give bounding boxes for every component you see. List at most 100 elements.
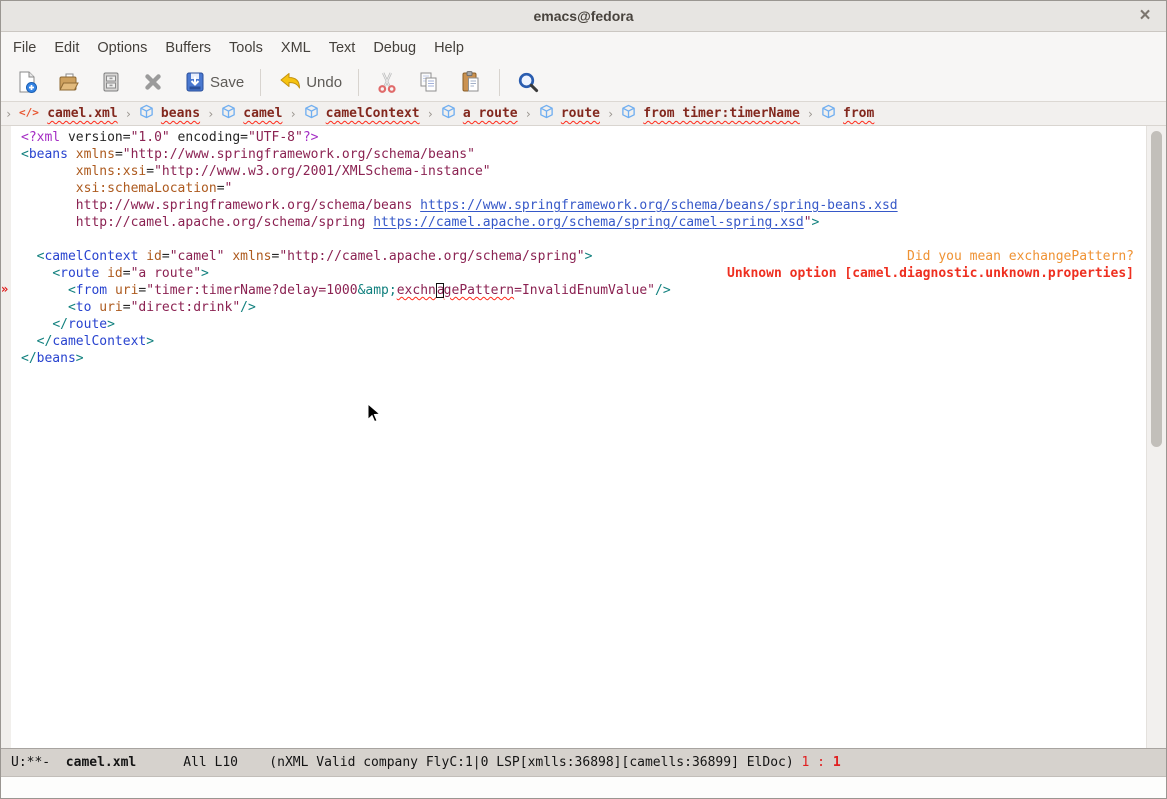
paste-icon: [459, 70, 483, 94]
code-token-plain: [107, 282, 115, 299]
breadcrumb-separator: ›: [427, 107, 434, 121]
menu-item-help[interactable]: Help: [425, 35, 473, 61]
code-line-14: </beans>: [21, 350, 1146, 367]
code-line-12: </route>: [21, 316, 1146, 333]
code-line-8: <camelContext id="camel" xmlns="http://c…: [21, 248, 1146, 265]
search-button[interactable]: [507, 67, 549, 97]
code-token-delim: </: [37, 333, 53, 350]
code-token-attr: xmlns:xsi: [76, 163, 146, 180]
code-token-elem: beans: [37, 350, 76, 367]
code-token-elem: to: [76, 299, 92, 316]
code-line-4: xsi:schemaLocation=": [21, 180, 1146, 197]
code-token-string-error: exchn: [397, 282, 436, 299]
scrollbar[interactable]: [1146, 126, 1166, 748]
menu-item-tools[interactable]: Tools: [220, 35, 272, 61]
code-token-delim: />: [655, 282, 671, 299]
toolbar-separator: [499, 69, 500, 96]
breadcrumb-item-a-route[interactable]: a route: [441, 104, 518, 123]
code-token-string: ": [225, 180, 233, 197]
cube-icon: [304, 104, 319, 123]
breadcrumb-item-route[interactable]: route: [539, 104, 600, 123]
code-line-2: <beans xmlns="http://www.springframework…: [21, 146, 1146, 163]
undo-icon: [277, 70, 303, 94]
code-line-13: </camelContext>: [21, 333, 1146, 350]
breadcrumb-item-camelcontext[interactable]: camelContext: [304, 104, 420, 123]
code-token-plain: version=: [60, 129, 130, 146]
schema-link[interactable]: https://camel.apache.org/schema/spring/c…: [373, 214, 803, 231]
code-line-6: http://camel.apache.org/schema/spring ht…: [21, 214, 1146, 231]
save-button[interactable]: Save: [174, 67, 253, 97]
menu-item-file[interactable]: File: [4, 35, 45, 61]
modeline-segment: camel.xml: [66, 755, 136, 770]
file-cabinet-button[interactable]: [90, 67, 132, 97]
paste-button[interactable]: [450, 67, 492, 97]
new-file-button[interactable]: [6, 67, 48, 97]
menu-item-buffers[interactable]: Buffers: [156, 35, 220, 61]
code-token-string: "http://www.springframework.org/schema/b…: [123, 146, 475, 163]
editor-buffer[interactable]: » <?xml version="1.0" encoding="UTF-8"?>…: [1, 126, 1166, 748]
code-token-string: "a route": [131, 265, 201, 282]
code-token-attr: xmlns: [76, 146, 115, 163]
code-token-plain: [21, 214, 76, 231]
echo-area: [1, 777, 1166, 798]
breadcrumb-item-camel[interactable]: camel: [221, 104, 282, 123]
save-icon: [183, 70, 207, 94]
close-buffer-button[interactable]: [132, 67, 174, 97]
code-token-attr: uri: [99, 299, 122, 316]
menu-bar: FileEditOptionsBuffersToolsXMLTextDebugH…: [1, 32, 1166, 63]
copy-button[interactable]: [408, 67, 450, 97]
code-token-delim: <: [37, 248, 45, 265]
breadcrumb: ›</>camel.xml›beans›camel›camelContext›a…: [1, 102, 1166, 126]
code-token-string: ": [804, 214, 812, 231]
code-token-string: "UTF-8": [248, 129, 303, 146]
left-fringe: »: [1, 126, 11, 748]
code-token-plain: [21, 333, 37, 350]
code-line-11: <to uri="direct:drink"/>: [21, 299, 1146, 316]
breadcrumb-leading-separator: ›: [5, 107, 12, 121]
breadcrumb-item-camel-xml[interactable]: </>camel.xml: [19, 105, 117, 123]
breadcrumb-separator: ›: [125, 107, 132, 121]
breadcrumb-item-from[interactable]: from: [821, 104, 874, 123]
toolbar-button-label: Save: [210, 74, 244, 91]
menu-item-text[interactable]: Text: [320, 35, 365, 61]
code-token-delim: </: [52, 316, 68, 333]
search-icon: [516, 70, 540, 94]
code-token-string-error: gePattern: [444, 282, 514, 299]
breadcrumb-separator: ›: [525, 107, 532, 121]
menu-item-debug[interactable]: Debug: [364, 35, 425, 61]
code-area[interactable]: <?xml version="1.0" encoding="UTF-8"?><b…: [11, 126, 1146, 748]
open-file-button[interactable]: [48, 67, 90, 97]
code-token-plain: [21, 265, 52, 282]
file-cabinet-icon: [99, 70, 123, 94]
code-token-delim: >: [201, 265, 209, 282]
code-token-delim: >: [812, 214, 820, 231]
close-buffer-icon: [141, 70, 165, 94]
code-token-elem: from: [76, 282, 107, 299]
undo-button[interactable]: Undo: [268, 67, 351, 97]
breadcrumb-item-from-timer-timername[interactable]: from timer:timerName: [621, 104, 800, 123]
breadcrumb-item-label: a route: [463, 106, 518, 121]
cube-icon: [221, 104, 236, 123]
modeline-segment: 1: [833, 755, 841, 770]
menu-item-xml[interactable]: XML: [272, 35, 320, 61]
scrollbar-thumb[interactable]: [1151, 131, 1162, 447]
code-token-attr: xsi:schemaLocation: [76, 180, 217, 197]
code-token-plain: encoding=: [170, 129, 248, 146]
cube-icon: [621, 104, 636, 123]
menu-item-options[interactable]: Options: [88, 35, 156, 61]
code-token-plain: =: [138, 282, 146, 299]
menu-item-edit[interactable]: Edit: [45, 35, 88, 61]
cut-button[interactable]: [366, 67, 408, 97]
code-token-plain: =: [217, 180, 225, 197]
code-token-string: http://www.springframework.org/schema/be…: [76, 197, 420, 214]
new-file-icon: [15, 70, 39, 94]
window-close-icon[interactable]: ×: [1134, 5, 1156, 27]
breadcrumb-item-beans[interactable]: beans: [139, 104, 200, 123]
schema-link[interactable]: https://www.springframework.org/schema/b…: [420, 197, 897, 214]
code-token-entity: &amp;: [358, 282, 397, 299]
code-token-delim: <: [21, 146, 29, 163]
code-token-plain: [21, 299, 68, 316]
toolbar-button-label: Undo: [306, 74, 342, 91]
code-line-9: <route id="a route">Unknown option [came…: [21, 265, 1146, 282]
code-token-delim: >: [146, 333, 154, 350]
